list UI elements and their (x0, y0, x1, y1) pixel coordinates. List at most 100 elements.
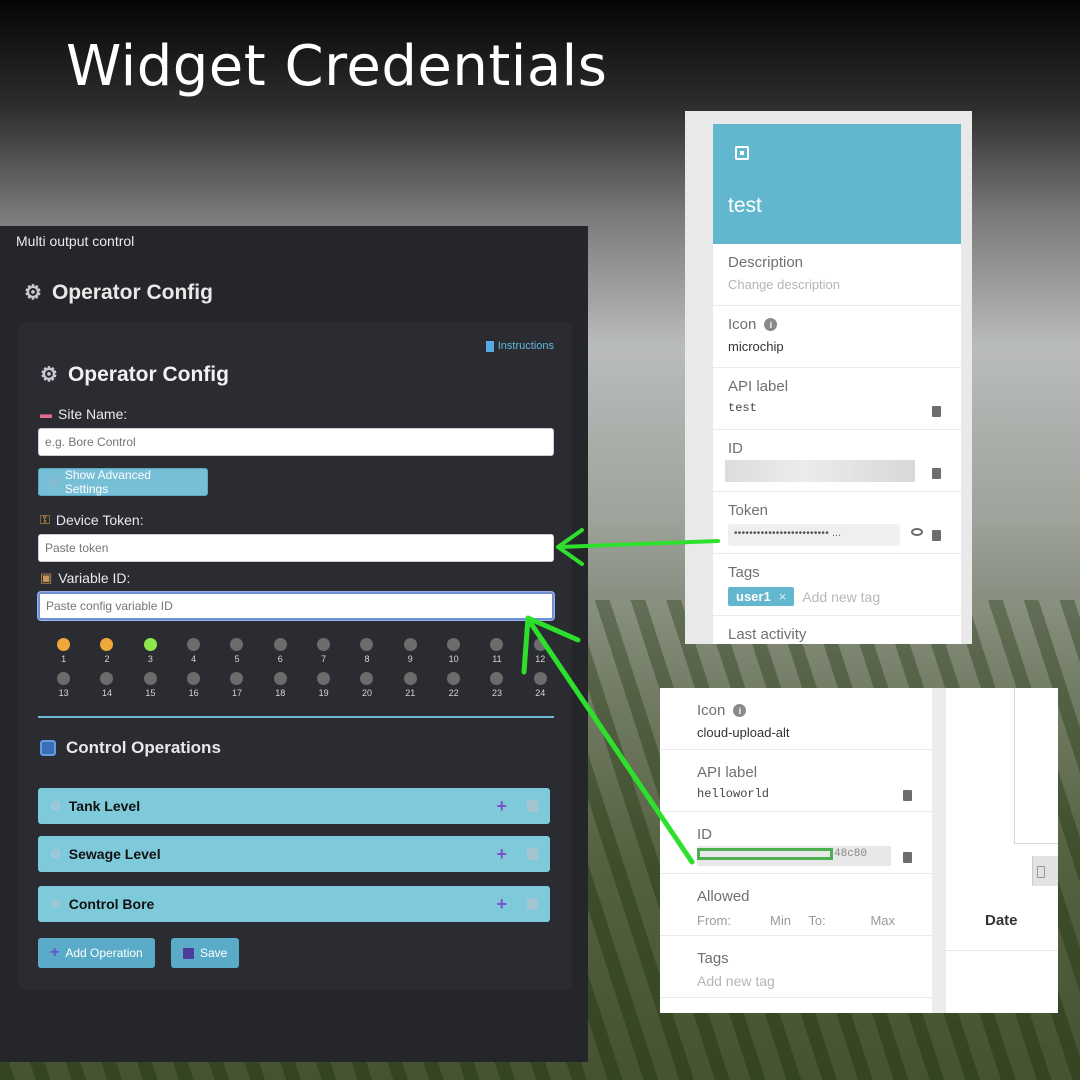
output-number: 3 (147, 654, 153, 664)
output-number: 23 (491, 688, 502, 698)
last-activity-section: Last activity (713, 616, 961, 644)
operation-name: Control Bore (68, 896, 155, 912)
device-card-header: test (713, 124, 961, 244)
allowed-label: Allowed (697, 888, 750, 905)
operation-name: Tank Level (68, 798, 141, 814)
panel-title-text: Operator Config (51, 280, 213, 304)
output-indicator-9[interactable]: 9 (389, 638, 432, 664)
output-status-dot (273, 638, 287, 651)
add-tag-input[interactable]: Add new tag (802, 589, 880, 605)
output-row-1: 1 2 3 4 5 6 7 8 9 10 11 12 (42, 638, 562, 664)
tag-chip[interactable]: user1 × (728, 587, 795, 606)
output-indicator-5[interactable]: 5 (215, 638, 258, 664)
icon-section: Icon i cloud-upload-alt (660, 688, 932, 750)
save-button[interactable]: Save (171, 938, 240, 968)
description-input[interactable]: Change description (728, 277, 946, 292)
close-icon[interactable]: × (779, 589, 787, 604)
site-name-input[interactable] (38, 428, 554, 456)
output-indicator-19[interactable]: 19 (302, 672, 345, 698)
icon-section: Icon i microchip (713, 306, 961, 368)
microchip-icon (735, 146, 749, 160)
info-icon[interactable]: i (733, 704, 747, 717)
output-indicator-20[interactable]: 20 (345, 672, 388, 698)
floppy-icon (183, 947, 194, 959)
output-indicator-16[interactable]: 16 (172, 672, 215, 698)
output-indicator-24[interactable]: 24 (519, 672, 562, 698)
id-section: ID (713, 430, 961, 492)
plus-icon[interactable]: + (496, 894, 507, 915)
gear-icon: ⚙ (24, 282, 42, 304)
clipboard-icon[interactable] (903, 852, 912, 863)
device-token-input[interactable] (38, 534, 554, 562)
add-tag-input[interactable]: Add new tag (697, 973, 895, 989)
trash-icon[interactable] (527, 898, 538, 910)
variable-card: Icon i cloud-upload-alt API label hellow… (660, 688, 932, 1013)
output-indicator-4[interactable]: 4 (172, 638, 215, 664)
output-indicator-15[interactable]: 15 (129, 672, 172, 698)
trash-icon[interactable] (527, 800, 538, 812)
last-activity-label: Last activity (728, 626, 807, 643)
output-indicator-21[interactable]: 21 (389, 672, 432, 698)
output-indicator-23[interactable]: 23 (475, 672, 518, 698)
output-indicator-22[interactable]: 22 (432, 672, 475, 698)
output-indicator-12[interactable]: 12 (519, 638, 562, 664)
output-number: 21 (405, 688, 416, 698)
icon-value[interactable]: microchip (728, 339, 946, 354)
output-indicator-18[interactable]: 18 (259, 672, 302, 698)
output-indicator-14[interactable]: 14 (85, 672, 128, 698)
output-indicator-10[interactable]: 10 (432, 638, 475, 664)
output-indicator-17[interactable]: 17 (215, 672, 258, 698)
variable-id-input[interactable] (38, 592, 554, 620)
instructions-link[interactable]: Instructions (485, 340, 554, 352)
output-status-dot (100, 672, 114, 685)
allowed-range: From: Min To: Max (697, 913, 895, 928)
key-icon: ⚿ (40, 512, 50, 527)
operation-row[interactable]: ⚙ Sewage Level + (38, 836, 550, 872)
resize-handle[interactable] (1032, 856, 1058, 886)
plus-icon[interactable]: + (496, 844, 507, 865)
info-icon[interactable]: i (764, 318, 778, 331)
output-number: 12 (535, 654, 546, 664)
from-label: From: (697, 913, 731, 928)
output-number: 15 (145, 688, 156, 698)
tags-section: Tags user1 × Add new tag (713, 554, 961, 616)
output-number: 6 (277, 654, 283, 664)
trash-icon[interactable] (527, 848, 538, 860)
output-number: 5 (234, 654, 240, 664)
clipboard-icon[interactable] (932, 406, 941, 417)
control-operations-title-text: Control Operations (66, 738, 221, 757)
output-indicator-1[interactable]: 1 (42, 638, 85, 664)
output-number: 24 (535, 688, 546, 698)
add-operation-button[interactable]: + Add Operation (38, 938, 155, 968)
clipboard-icon[interactable] (903, 790, 912, 801)
eye-icon[interactable] (911, 528, 923, 536)
output-indicator-8[interactable]: 8 (345, 638, 388, 664)
operation-name: Sewage Level (68, 846, 161, 862)
output-indicator-6[interactable]: 6 (259, 638, 302, 664)
id-section: ID 48c80 (660, 812, 932, 874)
output-status-dot (447, 672, 461, 685)
output-indicator-11[interactable]: 11 (475, 638, 518, 664)
icon-value[interactable]: cloud-upload-alt (697, 725, 895, 740)
clipboard-icon[interactable] (932, 530, 941, 541)
show-advanced-settings-button[interactable]: ⚙ Show Advanced Settings (38, 468, 208, 496)
device-card: test Description Change description Icon… (713, 124, 961, 644)
min-input[interactable]: Min (770, 913, 808, 928)
token-label: Token (728, 502, 769, 519)
operation-row[interactable]: ⚙ Control Bore + (38, 886, 550, 922)
tags-label: Tags (728, 564, 760, 581)
output-indicator-3[interactable]: 3 (129, 638, 172, 664)
output-indicator-7[interactable]: 7 (302, 638, 345, 664)
max-input[interactable]: Max (870, 913, 895, 928)
operation-row[interactable]: ⚙ Tank Level + (38, 788, 550, 824)
output-indicator-13[interactable]: 13 (42, 672, 85, 698)
output-status-dot (187, 638, 201, 651)
output-indicator-2[interactable]: 2 (85, 638, 128, 664)
add-operation-label: Add Operation (65, 946, 143, 960)
clipboard-icon[interactable] (932, 468, 941, 479)
device-name: test (728, 194, 762, 217)
id-value-redacted (725, 460, 915, 482)
output-status-dot (317, 672, 331, 685)
output-indicators: 1 2 3 4 5 6 7 8 9 10 11 12 13 14 15 16 17 18 19 20 21 22 23 24 (42, 638, 562, 706)
plus-icon[interactable]: + (496, 796, 507, 817)
